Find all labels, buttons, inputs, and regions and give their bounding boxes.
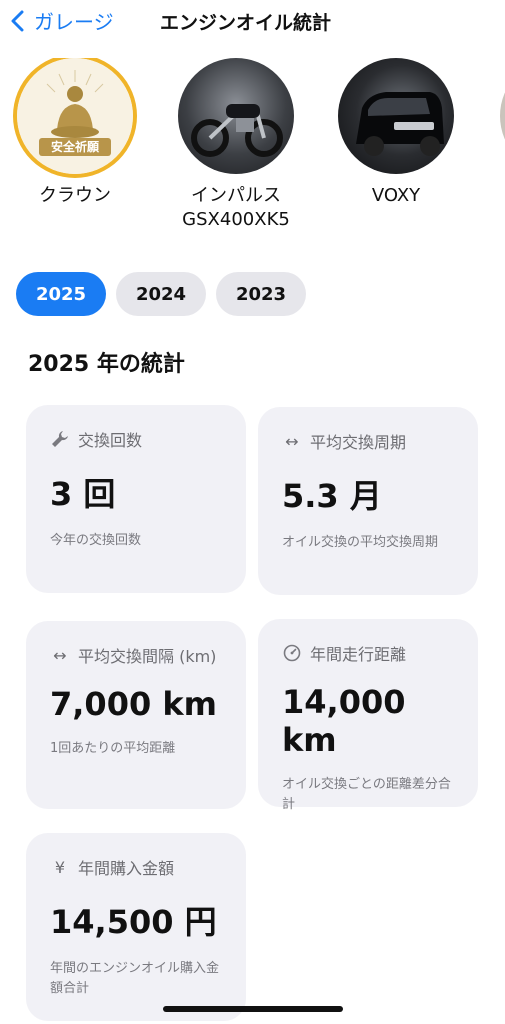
card-value: 3 回 [50,475,116,513]
year-selector: 2025 2024 2023 [16,272,306,316]
vehicle-avatar: 安全祈願 [17,58,133,174]
motorcycle-photo [178,58,294,174]
vehicle-item-voxy[interactable]: VOXY [326,58,466,208]
top-bar: ガレージ エンジンオイル統計 [0,0,505,44]
year-chip-2025[interactable]: 2025 [16,272,106,316]
chevron-left-icon [11,10,24,31]
card-description: 1回あたりの平均距離 [50,741,176,756]
vehicle-item-partial[interactable] [488,58,505,174]
motorcycle-icon [191,104,283,157]
car-icon [356,92,444,156]
stat-card-avg-interval-km: ↔ 平均交換間隔 (km) 7,000 km 1回あたりの平均距離 [26,621,246,809]
card-title: 年間購入金額 [78,859,175,878]
home-indicator[interactable] [163,1006,343,1012]
page-title: エンジンオイル統計 [160,12,332,34]
card-description: オイル交換の平均交換周期 [282,535,439,550]
card-title: 交換回数 [78,431,143,450]
buddha-amulet-icon [17,58,133,174]
card-description: 今年の交換回数 [50,533,142,548]
arrows-horizontal-icon: ↔ [285,431,299,451]
year-chip-2024[interactable]: 2024 [116,272,206,316]
car-photo [338,58,454,174]
card-value: 14,000 km [282,683,406,759]
vehicle-name: クラウン [39,185,111,206]
arrows-horizontal-icon: ↔ [53,645,67,665]
card-description: オイル交換ごとの距離差分合計 [282,777,451,812]
year-chip-2023[interactable]: 2023 [216,272,306,316]
vehicle-name: インパルス GSX400XK5 [182,185,290,230]
stat-card-avg-period: ↔ 平均交換周期 5.3 月 オイル交換の平均交換周期 [258,407,478,595]
card-value: 7,000 km [50,685,217,723]
vehicle-item-crown[interactable]: 安全祈願 クラウン [5,58,145,208]
speedometer-icon [282,643,302,663]
stat-card-annual-distance: 年間走行距離 14,000 km オイル交換ごとの距離差分合計 [258,619,478,812]
amulet-badge-text: 安全祈願 [50,140,99,154]
card-description: 年間のエンジンオイル購入金額合計 [50,961,220,996]
card-value: 14,500 円 [50,903,217,941]
section-title: 2025 年の統計 [28,352,185,377]
stat-card-exchange-count: 交換回数 3 回 今年の交換回数 [26,405,246,593]
vehicle-item-impulse[interactable]: インパルス GSX400XK5 [166,58,306,232]
vehicle-name: VOXY [371,185,421,206]
back-label: ガレージ [34,10,114,34]
stat-card-annual-spending: ¥ 年間購入金額 14,500 円 年間のエンジンオイル購入金額合計 [26,833,246,1021]
card-title: 平均交換間隔 (km) [78,647,217,666]
card-title: 年間走行距離 [310,645,407,664]
yen-icon: ¥ [54,857,66,877]
card-value: 5.3 月 [282,477,382,515]
back-button[interactable]: ガレージ [10,6,114,35]
wrench-icon [50,429,70,449]
vehicle-avatar [500,58,505,174]
vehicle-carousel[interactable]: 安全祈願 クラウン インパルス GSX400XK5 VOXY [0,58,505,248]
card-title: 平均交換周期 [310,433,407,452]
